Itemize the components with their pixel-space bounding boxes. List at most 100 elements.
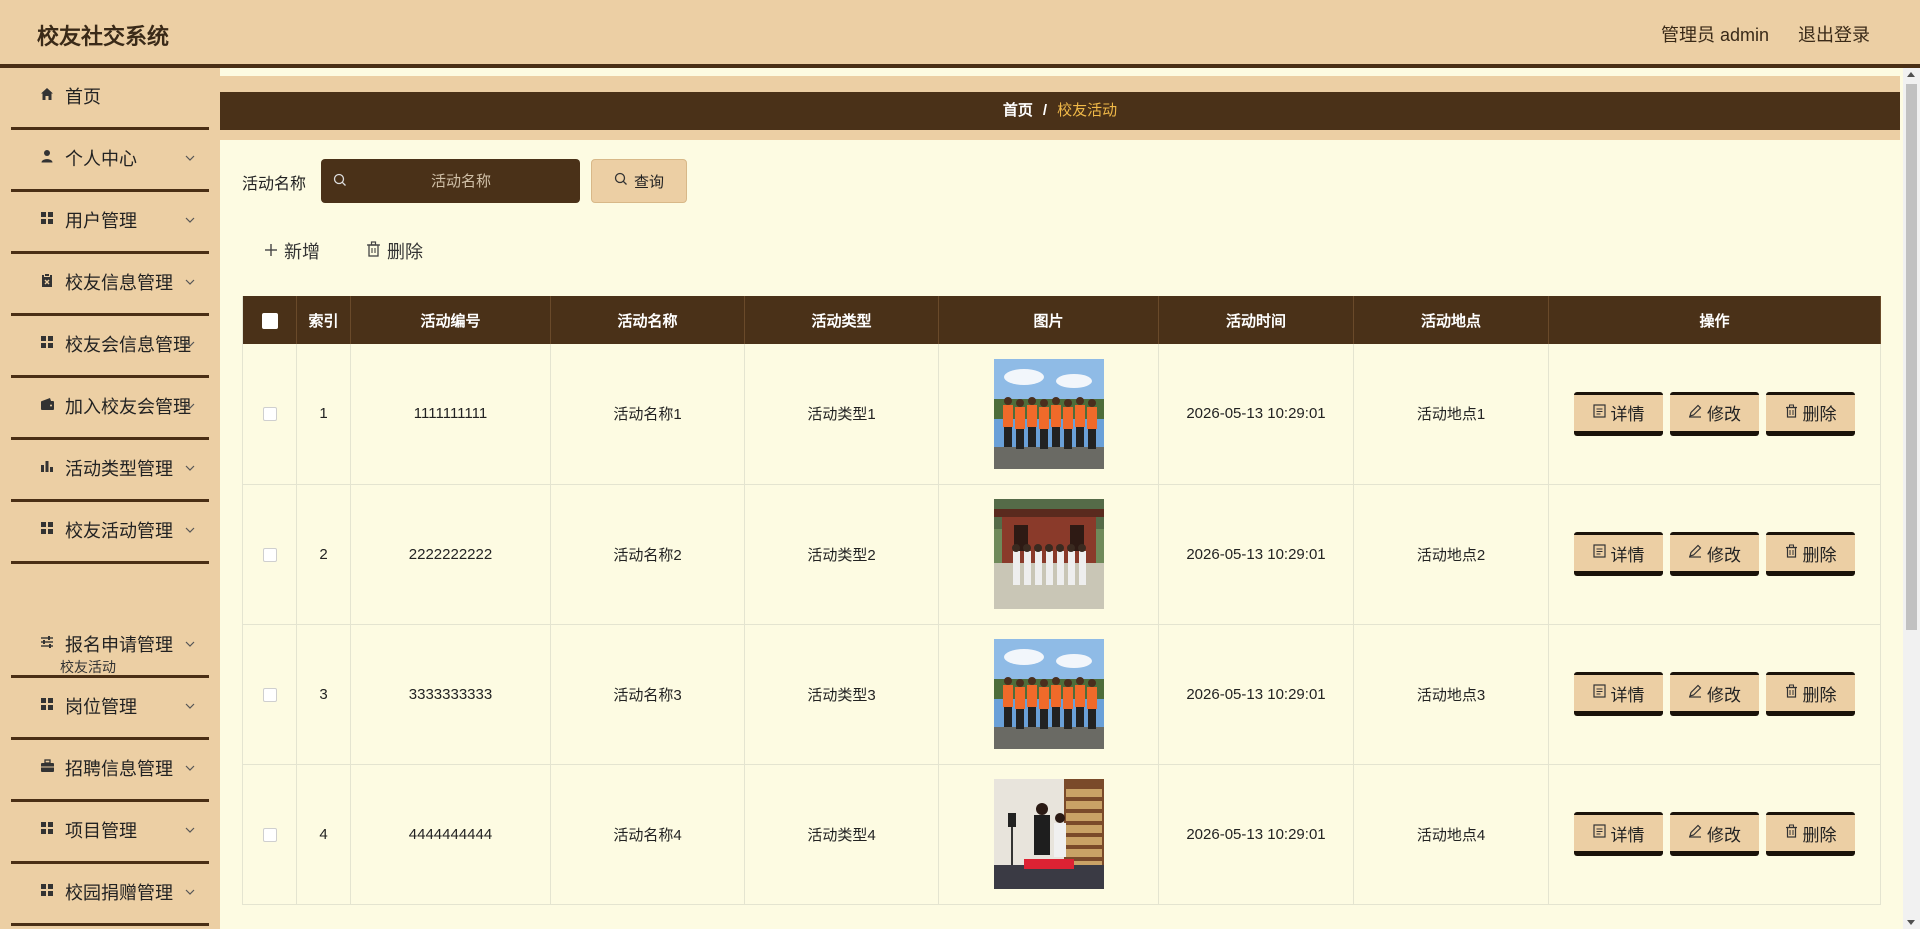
name-cell: 活动名称1 xyxy=(550,344,745,485)
grid-icon xyxy=(39,520,55,536)
scrollbar-thumb[interactable] xyxy=(1906,84,1917,630)
activity-photo[interactable] xyxy=(993,358,1104,469)
pencil-icon xyxy=(1688,823,1702,843)
table-row: 2 2222222222 活动名称2 活动类型2 2026-05-13 10:29:01… xyxy=(242,484,1881,625)
sidebar-item[interactable]: 岗位管理 xyxy=(11,678,209,740)
chevron-down-icon xyxy=(183,336,197,347)
bar-chart-icon xyxy=(39,458,55,474)
select-all-cell xyxy=(242,296,297,344)
chevron-down-icon xyxy=(183,150,197,161)
admin-user-label: 管理员 admin xyxy=(1661,25,1770,45)
edit-button[interactable]: 修改 xyxy=(1670,672,1759,716)
plus-icon xyxy=(264,241,278,262)
delete-button[interactable]: 删除 xyxy=(1766,812,1855,856)
search-input[interactable] xyxy=(361,159,561,203)
name-cell: 活动名称2 xyxy=(550,484,745,625)
column-header: 活动类型 xyxy=(744,296,939,344)
sidebar-item[interactable]: 校友活动管理 xyxy=(11,502,209,564)
row-checkbox[interactable] xyxy=(262,547,277,562)
sidebar-item[interactable]: 加入校友会管理 xyxy=(11,378,209,440)
batch-delete-label: 删除 xyxy=(387,242,423,262)
edit-button[interactable]: 修改 xyxy=(1670,812,1759,856)
row-checkbox[interactable] xyxy=(262,827,277,842)
detail-button-label: 详情 xyxy=(1610,545,1645,565)
detail-button[interactable]: 详情 xyxy=(1574,532,1663,576)
image-cell xyxy=(938,484,1159,625)
edit-button-label: 修改 xyxy=(1707,825,1741,845)
sliders-icon xyxy=(39,634,55,650)
activity-photo[interactable] xyxy=(993,779,1104,889)
grid-icon xyxy=(39,882,55,898)
detail-button[interactable]: 详情 xyxy=(1574,812,1663,856)
checkbox-cell xyxy=(242,484,297,625)
column-header: 图片 xyxy=(938,296,1159,344)
top-header: 校友社交系统 管理员 admin 退出登录 xyxy=(0,0,1920,68)
column-header: 活动地点 xyxy=(1353,296,1549,344)
edit-button[interactable]: 修改 xyxy=(1670,391,1759,436)
actions-cell: 详情 修改 删除 xyxy=(1548,624,1881,765)
select-all-checkbox[interactable] xyxy=(261,312,278,329)
column-header: 活动名称 xyxy=(550,296,745,344)
briefcase-icon xyxy=(39,758,55,774)
sidebar-item[interactable]: 用户管理 xyxy=(11,192,209,254)
pencil-icon xyxy=(1688,683,1702,703)
delete-button[interactable]: 删除 xyxy=(1766,672,1855,716)
batch-delete-button[interactable]: 删除 xyxy=(366,238,423,264)
delete-button-label: 删除 xyxy=(1802,825,1837,845)
edit-button[interactable]: 修改 xyxy=(1670,532,1759,576)
activity-photo[interactable] xyxy=(993,499,1104,609)
breadcrumb-home[interactable]: 首页 xyxy=(1003,102,1033,119)
pencil-icon xyxy=(1688,403,1702,423)
document-icon xyxy=(1592,683,1606,703)
chevron-down-icon xyxy=(183,636,197,647)
sidebar-item[interactable]: 招聘信息管理 xyxy=(11,740,209,802)
sidebar-item-label: 个人中心 xyxy=(65,149,137,169)
sidebar-item[interactable]: 个人中心 xyxy=(11,130,209,192)
column-header: 索引 xyxy=(296,296,351,344)
detail-button-label: 详情 xyxy=(1610,405,1645,425)
detail-button[interactable]: 详情 xyxy=(1574,391,1663,436)
submenu-item-alumni-activity[interactable]: 校友活动 xyxy=(60,657,116,677)
trash-icon xyxy=(1785,823,1798,843)
table-row: 1 1111111111 活动名称1 活动类型1 2026-05-13 10:29:01… xyxy=(242,344,1881,485)
detail-button[interactable]: 详情 xyxy=(1574,672,1663,716)
type-cell: 活动类型4 xyxy=(744,764,939,905)
row-checkbox[interactable] xyxy=(262,407,277,422)
time-cell: 2026-05-13 10:29:01 xyxy=(1158,764,1354,905)
delete-button-label: 删除 xyxy=(1802,405,1837,425)
checkbox-cell xyxy=(242,344,297,485)
row-checkbox[interactable] xyxy=(262,687,277,702)
delete-button[interactable]: 删除 xyxy=(1766,391,1855,436)
breadcrumb-strip: 首页 / 校友活动 xyxy=(220,76,1900,140)
document-icon xyxy=(1592,543,1606,563)
scroll-up-arrow-icon[interactable] xyxy=(1907,72,1915,77)
add-button[interactable]: 新增 xyxy=(264,238,320,264)
image-cell xyxy=(938,344,1159,485)
sidebar-item-label: 岗位管理 xyxy=(65,697,137,717)
page-scrollbar[interactable] xyxy=(1903,68,1920,929)
sidebar-item[interactable]: 活动类型管理 xyxy=(11,440,209,502)
sidebar-item[interactable]: 校友信息管理 xyxy=(11,254,209,316)
logout-link[interactable]: 退出登录 xyxy=(1798,21,1870,47)
checkbox-cell xyxy=(242,764,297,905)
name-cell: 活动名称4 xyxy=(550,764,745,905)
query-button[interactable]: 查询 xyxy=(591,159,687,203)
activity-photo[interactable] xyxy=(993,639,1104,749)
actions-cell: 详情 修改 删除 xyxy=(1548,344,1881,485)
clipboard-icon xyxy=(39,272,55,288)
image-cell xyxy=(938,624,1159,765)
trash-icon xyxy=(1785,543,1798,563)
sidebar-item[interactable]: 项目管理 xyxy=(11,802,209,864)
delete-button[interactable]: 删除 xyxy=(1766,532,1855,576)
sidebar-item[interactable]: 校园捐赠管理 xyxy=(11,864,209,926)
scroll-down-arrow-icon[interactable] xyxy=(1907,920,1915,925)
type-cell: 活动类型1 xyxy=(744,344,939,485)
sidebar-item[interactable]: 首页 xyxy=(11,68,209,130)
place-cell: 活动地点2 xyxy=(1353,484,1549,625)
document-icon xyxy=(1592,403,1606,423)
sidebar-item[interactable]: 校友会信息管理 xyxy=(11,316,209,378)
home-icon xyxy=(39,86,55,102)
place-cell: 活动地点3 xyxy=(1353,624,1549,765)
code-cell: 1111111111 xyxy=(350,344,551,485)
sidebar-item-label: 首页 xyxy=(65,87,101,107)
